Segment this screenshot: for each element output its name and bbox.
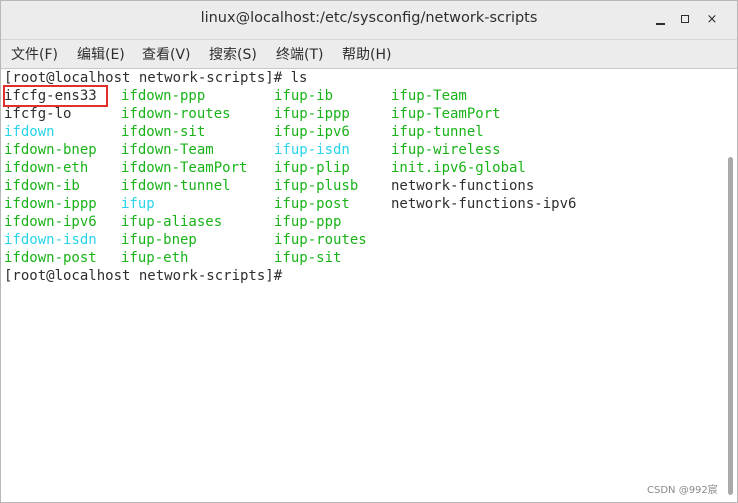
file-entry: ifup-wireless	[391, 142, 501, 158]
file-entry: ifup-post	[274, 196, 350, 212]
file-entry: ifup	[121, 196, 155, 212]
minimize-button[interactable]	[652, 11, 670, 29]
file-entry: ifcfg-lo	[4, 106, 72, 122]
file-entry: ifup-ippp	[274, 106, 350, 122]
file-listing-row: ifdown-ib ifdown-tunnel ifup-plusb network-…	[2, 177, 722, 195]
watermark: CSDN @992宸	[647, 485, 718, 496]
file-listing-row: ifdown-bnep ifdown-Team ifup-isdn ifup-wire…	[2, 141, 722, 159]
menu-view[interactable]: 查看(V)	[142, 44, 191, 64]
file-entry: ifup-routes	[274, 232, 367, 248]
file-entry: ifup-plip	[274, 160, 350, 176]
file-entry: ifdown-routes	[121, 106, 231, 122]
menu-edit[interactable]: 编辑(E)	[77, 44, 125, 64]
menu-bar: 文件(F) 编辑(E) 查看(V) 搜索(S) 终端(T) 帮助(H)	[1, 40, 737, 69]
file-listing-row: ifdown-ipv6 ifup-aliases ifup-ppp	[2, 213, 722, 231]
menu-file[interactable]: 文件(F)	[11, 44, 58, 64]
file-entry: ifdown-ipv6	[4, 214, 97, 230]
file-entry: ifup-ppp	[274, 214, 342, 230]
file-entry: ifdown-bnep	[4, 142, 97, 158]
title-bar[interactable]: linux@localhost:/etc/sysconfig/network-s…	[1, 1, 737, 40]
menu-terminal[interactable]: 终端(T)	[276, 44, 323, 64]
file-entry: ifup-ib	[274, 88, 334, 104]
file-listing-row: ifdown-ippp ifup ifup-post network-function…	[2, 195, 722, 213]
file-entry: network-functions	[391, 178, 535, 194]
file-listing-row: ifdown-eth ifdown-TeamPort ifup-plip init.i…	[2, 159, 722, 177]
close-button[interactable]: ×	[703, 11, 721, 29]
file-listing-row: ifcfg-lo ifdown-routes ifup-ippp ifup-TeamP…	[2, 105, 722, 123]
file-entry: ifup-eth	[121, 250, 189, 266]
file-entry: ifup-isdn	[274, 142, 350, 158]
file-entry: ifup-Team	[391, 88, 467, 104]
menu-search[interactable]: 搜索(S)	[209, 44, 257, 64]
file-entry: ifup-TeamPort	[391, 106, 501, 122]
terminal-output[interactable]: [root@localhost network-scripts]# ls ifc…	[2, 69, 724, 499]
minimize-icon	[656, 23, 665, 25]
file-entry: ifdown-ippp	[4, 196, 97, 212]
menu-help[interactable]: 帮助(H)	[342, 44, 391, 64]
file-entry: ifdown-isdn	[4, 232, 97, 248]
file-entry: ifup-sit	[274, 250, 342, 266]
file-listing-row: ifdown-isdn ifup-bnep ifup-routes	[2, 231, 722, 249]
file-listing-row: ifdown ifdown-sit ifup-ipv6 ifup-tunnel	[2, 123, 722, 141]
maximize-icon	[681, 15, 689, 23]
highlight-box	[3, 85, 108, 107]
file-entry: network-functions-ipv6	[391, 196, 577, 212]
scrollbar-thumb[interactable]	[728, 157, 733, 495]
file-entry: ifdown-sit	[121, 124, 206, 140]
window-title: linux@localhost:/etc/sysconfig/network-s…	[200, 10, 538, 26]
file-entry: ifdown-post	[4, 250, 97, 266]
file-entry: ifdown-ppp	[121, 88, 206, 104]
maximize-button[interactable]	[677, 11, 695, 29]
file-entry: ifup-tunnel	[391, 124, 484, 140]
file-entry: ifdown	[4, 124, 55, 140]
scrollbar[interactable]	[725, 69, 737, 501]
file-listing-row: ifdown-post ifup-eth ifup-sit	[2, 249, 722, 267]
file-entry: ifdown-ib	[4, 178, 80, 194]
file-entry: init.ipv6-global	[391, 160, 526, 176]
file-entry: ifdown-Team	[121, 142, 214, 158]
file-entry: ifup-bnep	[121, 232, 197, 248]
file-listing-row: ifcfg-ens33 ifdown-ppp ifup-ib ifup-Team	[2, 87, 722, 105]
file-entry: ifup-plusb	[274, 178, 359, 194]
close-icon: ×	[706, 12, 718, 27]
terminal-window: linux@localhost:/etc/sysconfig/network-s…	[0, 0, 738, 503]
file-entry: ifup-ipv6	[274, 124, 350, 140]
prompt-line-empty: [root@localhost network-scripts]#	[4, 268, 283, 284]
file-entry: ifdown-tunnel	[121, 178, 231, 194]
file-entry: ifup-aliases	[121, 214, 223, 230]
file-entry: ifdown-TeamPort	[121, 160, 248, 176]
file-entry: ifdown-eth	[4, 160, 89, 176]
